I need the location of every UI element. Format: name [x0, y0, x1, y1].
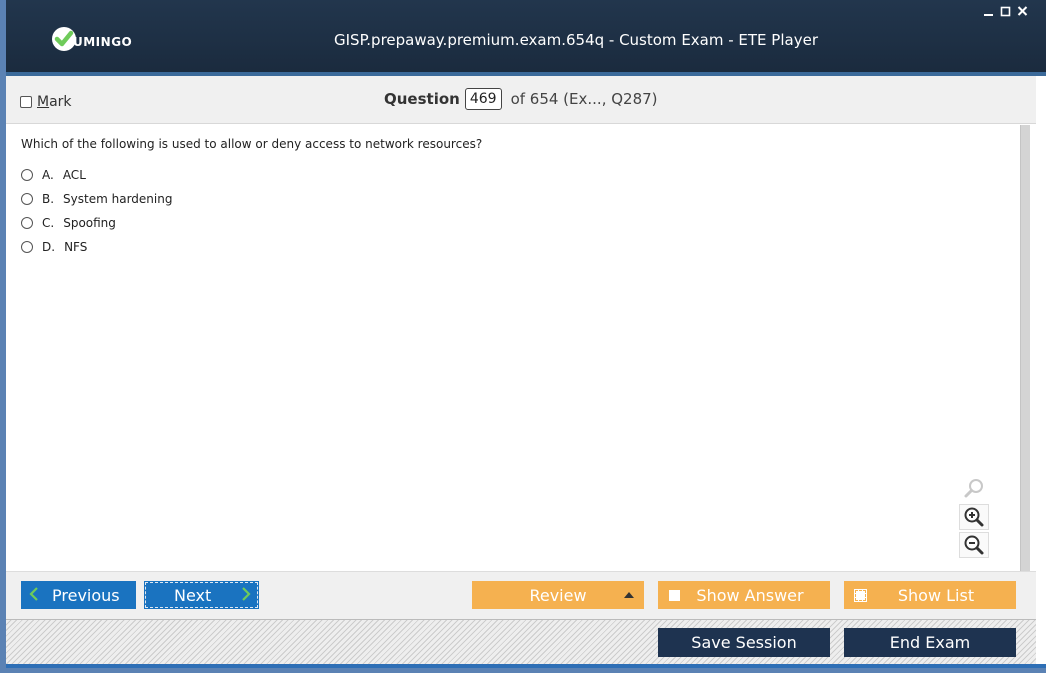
question-bar: Mark Question 469 of 654 (Ex..., Q287) — [6, 76, 1036, 124]
zoom-reset-icon[interactable] — [959, 476, 989, 502]
footer-bar: Save Session End Exam — [6, 619, 1036, 667]
exam-body: Mark Question 469 of 654 (Ex..., Q287) W… — [6, 76, 1046, 667]
question-count-text: of 654 (Ex..., Q287) — [510, 90, 658, 108]
question-content: Which of the following is used to allow … — [6, 125, 1020, 571]
option-text: NFS — [64, 240, 88, 254]
answer-option-c[interactable]: C. Spoofing — [21, 211, 1020, 235]
chevron-left-icon — [29, 585, 39, 605]
option-text: System hardening — [63, 192, 173, 206]
option-letter: D. — [42, 240, 56, 254]
app-window: UMINGO GISP.prepaway.premium.exam.654q -… — [0, 0, 1046, 673]
radio-button[interactable] — [21, 169, 33, 181]
title-bar: UMINGO GISP.prepaway.premium.exam.654q -… — [6, 0, 1046, 76]
option-letter: B. — [42, 192, 55, 206]
save-session-button[interactable]: Save Session — [658, 628, 830, 657]
show-list-label: Show List — [897, 585, 975, 605]
answer-option-a[interactable]: A. ACL — [21, 163, 1020, 187]
zoom-out-icon[interactable] — [959, 532, 989, 558]
previous-button[interactable]: Previous — [21, 581, 136, 609]
show-answer-label: Show Answer — [696, 585, 804, 605]
option-letter: C. — [42, 216, 55, 230]
answer-option-d[interactable]: D. NFS — [21, 235, 1020, 259]
mark-label: Mark — [37, 94, 72, 110]
show-answer-button[interactable]: Show Answer — [658, 581, 830, 609]
next-label: Next — [174, 585, 212, 605]
radio-button[interactable] — [21, 241, 33, 253]
chevron-right-icon — [241, 585, 251, 605]
zoom-controls — [959, 476, 989, 560]
maximize-icon[interactable] — [1000, 5, 1011, 17]
question-text: Which of the following is used to allow … — [21, 137, 483, 151]
mark-checkbox-box[interactable] — [20, 96, 32, 108]
option-text: ACL — [62, 168, 86, 182]
next-button[interactable]: Next — [144, 581, 259, 609]
vertical-scrollbar[interactable] — [1020, 125, 1030, 571]
minimize-icon[interactable] — [983, 5, 994, 17]
question-label: Question — [384, 90, 460, 108]
question-number-input[interactable]: 469 — [464, 88, 502, 110]
option-letter: A. — [42, 168, 54, 182]
option-text: Spoofing — [63, 216, 116, 230]
question-navigator: Question 469 of 654 (Ex..., Q287) — [384, 88, 658, 110]
radio-button[interactable] — [21, 193, 33, 205]
triangle-up-icon — [624, 592, 634, 598]
mark-checkbox[interactable]: Mark — [20, 94, 72, 110]
checkbox-icon — [669, 589, 680, 601]
end-exam-button[interactable]: End Exam — [844, 628, 1016, 657]
bottom-border — [6, 664, 1046, 668]
radio-button[interactable] — [21, 217, 33, 229]
review-label: Review — [529, 585, 587, 605]
answer-option-b[interactable]: B. System hardening — [21, 187, 1020, 211]
checkbox-icon — [854, 588, 867, 602]
show-list-button[interactable]: Show List — [844, 581, 1016, 609]
navigation-bar: Previous Next Review Show Answer Show Li… — [6, 571, 1036, 619]
close-icon[interactable] — [1017, 5, 1028, 17]
window-controls — [983, 5, 1028, 17]
window-title: GISP.prepaway.premium.exam.654q - Custom… — [334, 31, 818, 49]
zoom-in-icon[interactable] — [959, 504, 989, 530]
previous-label: Previous — [52, 585, 120, 605]
review-button[interactable]: Review — [472, 581, 644, 609]
